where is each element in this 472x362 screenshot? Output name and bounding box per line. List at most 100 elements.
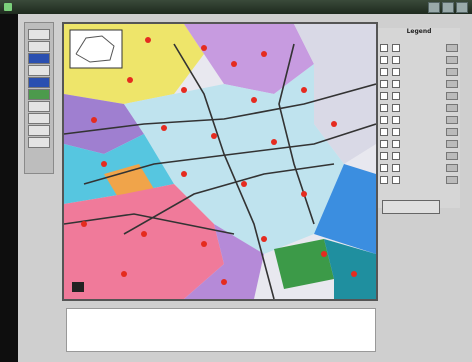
legend-swatch	[446, 176, 458, 184]
site-marker[interactable]	[251, 97, 257, 103]
site-marker[interactable]	[201, 45, 207, 51]
site-marker[interactable]	[331, 121, 337, 127]
maximize-button[interactable]	[442, 2, 454, 13]
notes-panel[interactable]	[66, 308, 376, 352]
site-marker[interactable]	[271, 139, 277, 145]
zoom-in-tool-button[interactable]	[28, 41, 50, 52]
site-marker[interactable]	[127, 77, 133, 83]
legend-panel: Legend	[378, 28, 460, 208]
layer-active-checkbox[interactable]	[392, 56, 400, 64]
layer-active-checkbox[interactable]	[392, 44, 400, 52]
site-marker[interactable]	[321, 251, 327, 257]
legend-item	[380, 162, 458, 172]
site-marker[interactable]	[241, 181, 247, 187]
layer-visible-checkbox[interactable]	[380, 44, 388, 52]
overview-inset[interactable]	[69, 29, 123, 69]
info-tool-button[interactable]	[28, 125, 50, 136]
legend-swatch	[446, 56, 458, 64]
layer-active-checkbox[interactable]	[392, 116, 400, 124]
site-marker[interactable]	[91, 117, 97, 123]
identify-tool-button[interactable]	[28, 65, 50, 76]
layer-visible-checkbox[interactable]	[380, 68, 388, 76]
site-marker[interactable]	[121, 271, 127, 277]
legend-item	[380, 78, 458, 88]
scale-bar	[72, 282, 84, 292]
site-marker[interactable]	[221, 279, 227, 285]
site-marker[interactable]	[81, 221, 87, 227]
layer-active-checkbox[interactable]	[392, 68, 400, 76]
legend-item	[380, 102, 458, 112]
left-dark-strip	[0, 14, 18, 362]
refresh-map-button[interactable]	[382, 200, 440, 214]
window-controls	[428, 2, 468, 13]
legend-item	[380, 66, 458, 76]
site-marker[interactable]	[181, 87, 187, 93]
legend-swatch	[446, 92, 458, 100]
legend-swatch	[446, 80, 458, 88]
legend-swatch	[446, 140, 458, 148]
app-icon	[4, 3, 12, 11]
layer-active-checkbox[interactable]	[392, 104, 400, 112]
layer-visible-checkbox[interactable]	[380, 104, 388, 112]
legend-item	[380, 54, 458, 64]
pan-tool-button[interactable]	[28, 29, 50, 40]
layer-active-checkbox[interactable]	[392, 128, 400, 136]
site-marker[interactable]	[145, 37, 151, 43]
layer-visible-checkbox[interactable]	[380, 152, 388, 160]
site-marker[interactable]	[141, 231, 147, 237]
legend-item	[380, 126, 458, 136]
legend-item	[380, 114, 458, 124]
legend-title: Legend	[406, 28, 432, 35]
site-marker[interactable]	[211, 133, 217, 139]
measure-tool-button[interactable]	[28, 89, 50, 100]
layer-tool-button[interactable]	[28, 101, 50, 112]
site-marker[interactable]	[201, 241, 207, 247]
legend-swatch	[446, 44, 458, 52]
home-tool-button[interactable]	[28, 137, 50, 148]
layer-active-checkbox[interactable]	[392, 164, 400, 172]
print-tool-button[interactable]	[28, 113, 50, 124]
map-view[interactable]	[62, 22, 378, 301]
map-toolbar	[24, 22, 54, 174]
layer-visible-checkbox[interactable]	[380, 80, 388, 88]
layer-active-checkbox[interactable]	[392, 152, 400, 160]
site-marker[interactable]	[161, 125, 167, 131]
layer-active-checkbox[interactable]	[392, 92, 400, 100]
site-marker[interactable]	[351, 271, 357, 277]
layer-visible-checkbox[interactable]	[380, 56, 388, 64]
site-marker[interactable]	[101, 161, 107, 167]
layer-active-checkbox[interactable]	[392, 176, 400, 184]
legend-item	[380, 42, 458, 52]
site-marker[interactable]	[231, 61, 237, 67]
layer-active-checkbox[interactable]	[392, 80, 400, 88]
site-marker[interactable]	[181, 171, 187, 177]
app-window: Legend	[0, 0, 472, 362]
map-canvas[interactable]	[64, 24, 376, 299]
legend-item	[380, 90, 458, 100]
zoom-out-tool-button[interactable]	[28, 53, 50, 64]
site-marker[interactable]	[261, 236, 267, 242]
legend-swatch	[446, 152, 458, 160]
legend-item	[380, 174, 458, 184]
layer-visible-checkbox[interactable]	[380, 128, 388, 136]
layer-visible-checkbox[interactable]	[380, 92, 388, 100]
legend-swatch	[446, 128, 458, 136]
layer-visible-checkbox[interactable]	[380, 116, 388, 124]
site-marker[interactable]	[301, 87, 307, 93]
layer-active-checkbox[interactable]	[392, 140, 400, 148]
select-tool-button[interactable]	[28, 77, 50, 88]
legend-item	[380, 138, 458, 148]
legend-swatch	[446, 116, 458, 124]
site-marker[interactable]	[261, 51, 267, 57]
site-marker[interactable]	[301, 191, 307, 197]
title-bar	[0, 0, 472, 14]
legend-swatch	[446, 68, 458, 76]
legend-swatch	[446, 104, 458, 112]
layer-visible-checkbox[interactable]	[380, 176, 388, 184]
close-button[interactable]	[456, 2, 468, 13]
minimize-button[interactable]	[428, 2, 440, 13]
layer-visible-checkbox[interactable]	[380, 164, 388, 172]
legend-swatch	[446, 164, 458, 172]
legend-item	[380, 150, 458, 160]
layer-visible-checkbox[interactable]	[380, 140, 388, 148]
